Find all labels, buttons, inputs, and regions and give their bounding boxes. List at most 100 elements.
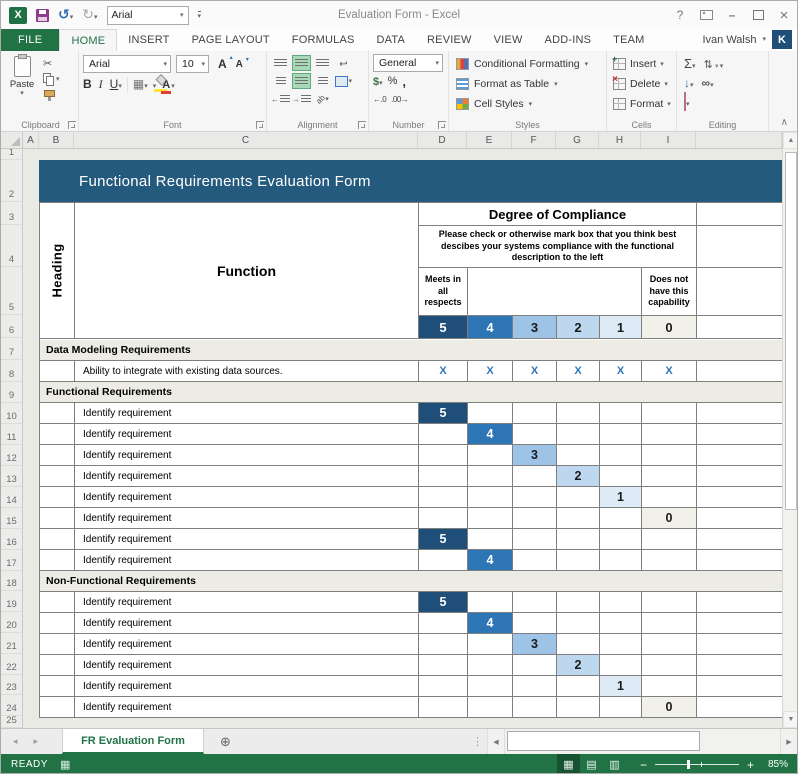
horizontal-scroll-thumb[interactable] [507, 731, 700, 751]
scroll-left-icon[interactable]: ◀ [487, 729, 504, 754]
score-cell[interactable]: 2 [557, 466, 600, 487]
minimize-button[interactable] [719, 1, 745, 29]
score-cell[interactable] [600, 424, 642, 445]
row-header-7[interactable]: 7 [1, 338, 22, 360]
sort-filter-button[interactable]: ▾ [704, 55, 724, 73]
score-cell[interactable] [600, 508, 642, 529]
bold-button[interactable]: B [83, 77, 92, 91]
score-cell[interactable] [557, 634, 600, 655]
align-right-button[interactable] [313, 73, 332, 89]
decrease-decimal-button[interactable]: .00→ [391, 95, 408, 104]
score-cell[interactable] [468, 529, 513, 550]
wrap-text-button[interactable] [334, 55, 353, 71]
score-cell[interactable] [513, 550, 557, 571]
empty-cell[interactable] [40, 508, 75, 529]
score-cell[interactable] [419, 445, 468, 466]
autosum-button[interactable]: Σ▾ [684, 55, 696, 73]
align-left-button[interactable] [271, 73, 290, 89]
score-cell[interactable] [513, 487, 557, 508]
tab-review[interactable]: REVIEW [416, 29, 483, 51]
scroll-down-icon[interactable]: ▼ [783, 711, 798, 728]
score-cell[interactable]: X [642, 361, 697, 382]
score-cell[interactable]: 5 [419, 403, 468, 424]
column-header-A[interactable]: A [23, 132, 39, 148]
score-cell[interactable] [468, 697, 513, 718]
row-header-20[interactable]: 20 [1, 612, 22, 633]
format-button[interactable]: Format▾ [611, 94, 672, 114]
heading-column-header[interactable]: Heading [40, 203, 75, 339]
empty-cell[interactable] [697, 403, 782, 424]
score-cell[interactable] [600, 613, 642, 634]
score-cell[interactable] [557, 424, 600, 445]
row-header-24[interactable]: 24 [1, 695, 22, 716]
score-cell[interactable] [513, 592, 557, 613]
fill-color-button[interactable]: ▾ [153, 75, 157, 93]
row-header-18[interactable]: 18 [1, 571, 22, 591]
insert-button[interactable]: Insert▾ [611, 54, 672, 74]
score-cell[interactable] [513, 403, 557, 424]
save-icon[interactable] [36, 9, 49, 22]
zoom-out-button[interactable]: − [640, 758, 647, 772]
tab-data[interactable]: DATA [366, 29, 417, 51]
score-cell[interactable] [468, 466, 513, 487]
score-cell[interactable]: X [557, 361, 600, 382]
score-cell[interactable] [557, 676, 600, 697]
score-header-cell-0[interactable]: 0 [642, 316, 697, 339]
zoom-slider[interactable] [655, 764, 739, 765]
delete-button[interactable]: Delete▾ [611, 74, 672, 94]
score-cell[interactable]: 5 [419, 529, 468, 550]
score-cell[interactable] [642, 403, 697, 424]
score-cell[interactable] [419, 655, 468, 676]
item-label-cell[interactable]: Identify requirement [75, 508, 419, 529]
previous-sheet-icon[interactable]: ◂ [13, 736, 18, 747]
score-cell[interactable] [557, 613, 600, 634]
empty-cell[interactable] [40, 487, 75, 508]
scroll-right-icon[interactable]: ▶ [780, 729, 797, 754]
empty-cell[interactable] [697, 508, 782, 529]
format-as-table-button[interactable]: Format as Table▾ [453, 74, 602, 94]
copy-button[interactable]: ▾ [43, 73, 60, 85]
row-header-25[interactable]: 25 [1, 716, 22, 728]
align-bottom-button[interactable] [313, 55, 332, 71]
scroll-up-icon[interactable]: ▲ [783, 132, 798, 149]
score-cell[interactable] [419, 697, 468, 718]
score-cell[interactable] [513, 424, 557, 445]
tab-formulas[interactable]: FORMULAS [281, 29, 366, 51]
row-header-2[interactable]: 2 [1, 160, 22, 202]
function-column-header[interactable]: Function [75, 203, 419, 339]
comma-style-button[interactable]: , [402, 74, 406, 89]
column-header-I[interactable]: I [641, 132, 696, 148]
orientation-button[interactable]: ▾ [313, 91, 332, 107]
maximize-button[interactable] [745, 1, 771, 29]
item-label-cell[interactable]: Identify requirement [75, 634, 419, 655]
item-label-cell[interactable]: Identify requirement [75, 592, 419, 613]
select-all-corner[interactable] [1, 132, 23, 148]
increase-indent-button[interactable]: → [292, 91, 311, 107]
macro-record-icon[interactable] [60, 758, 70, 771]
score-cell[interactable] [642, 592, 697, 613]
percent-style-button[interactable]: % [388, 75, 398, 87]
score-cell[interactable] [600, 445, 642, 466]
score-cell[interactable] [419, 634, 468, 655]
item-label-cell[interactable]: Identify requirement [75, 697, 419, 718]
borders-button[interactable]: ▾ [133, 75, 148, 93]
cell-styles-button[interactable]: Cell Styles▾ [453, 94, 602, 114]
column-header-H[interactable]: H [599, 132, 641, 148]
column-header-G[interactable]: G [556, 132, 599, 148]
empty-cell[interactable] [697, 203, 782, 226]
meets-all-respects-header[interactable]: Meets in all respects [419, 268, 468, 316]
score-cell[interactable] [642, 634, 697, 655]
score-cell[interactable] [600, 697, 642, 718]
row-header-5[interactable]: 5 [1, 267, 22, 315]
row-header-11[interactable]: 11 [1, 424, 22, 445]
score-cell[interactable] [557, 592, 600, 613]
empty-cell[interactable] [697, 487, 782, 508]
score-header-cell-2[interactable]: 2 [557, 316, 600, 339]
empty-cell[interactable] [40, 613, 75, 634]
empty-cell[interactable] [697, 424, 782, 445]
ribbon-display-options-button[interactable] [693, 1, 719, 29]
row-header-23[interactable]: 23 [1, 675, 22, 695]
empty-cell[interactable] [40, 445, 75, 466]
column-header-D[interactable]: D [418, 132, 467, 148]
empty-cell[interactable] [697, 550, 782, 571]
